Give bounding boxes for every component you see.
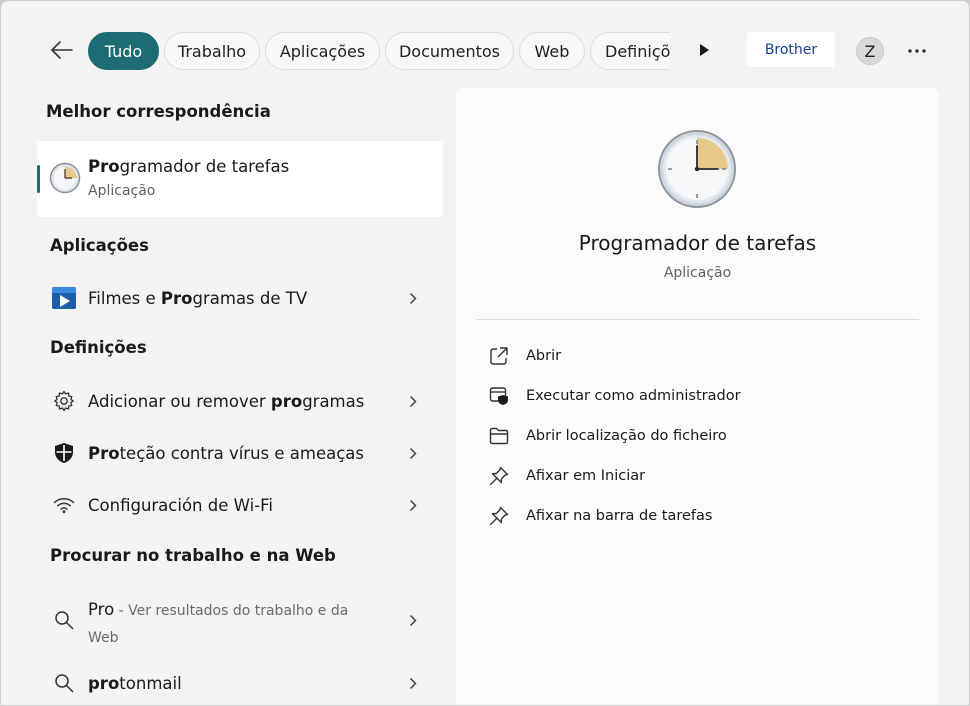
tab-tudo[interactable]: Tudo: [88, 32, 159, 70]
action-label: Afixar na barra de tarefas: [526, 508, 713, 524]
web-result-label: Pro - Ver resultados do trabalho e da We…: [88, 600, 349, 646]
clock-icon: [49, 162, 81, 194]
action-run-as-admin[interactable]: Executar como administrador: [486, 379, 906, 413]
action-pin-to-start[interactable]: Afixar em Iniciar: [486, 459, 906, 493]
search-window: Tudo Trabalho Aplicações Documentos Web …: [0, 0, 970, 706]
tab-documentos[interactable]: Documentos: [385, 32, 514, 70]
chevron-right-icon: [409, 614, 417, 626]
tab-definicoes[interactable]: Definiçõ: [590, 32, 670, 70]
search-icon: [55, 674, 74, 693]
setting-result-virus-protection[interactable]: Proteção contra vírus e ameaças: [37, 430, 443, 476]
best-match-title: Programador de tarefas: [88, 157, 290, 176]
app-result-label: Filmes e Programas de TV: [88, 288, 308, 308]
pin-icon: [489, 466, 509, 486]
web-result-label: protonmail: [88, 673, 182, 693]
action-label: Abrir: [526, 348, 562, 364]
chevron-right-icon: [409, 292, 417, 304]
action-label: Abrir localização do ficheiro: [526, 428, 727, 444]
best-match-result[interactable]: Programador de tarefas Aplicação: [37, 141, 443, 217]
play-right-icon: [700, 44, 709, 56]
chevron-right-icon: [409, 677, 417, 689]
organization-button[interactable]: Brother: [747, 32, 835, 67]
selection-indicator: [37, 165, 40, 193]
settings-heading: Definições: [50, 338, 147, 357]
setting-result-label: Configuración de Wi-Fi: [88, 495, 273, 515]
preview-title: Programador de tarefas: [578, 231, 817, 255]
best-match-heading: Melhor correspondência: [46, 102, 271, 121]
more-tabs-button[interactable]: [691, 37, 717, 63]
wifi-icon: [53, 498, 75, 514]
setting-result-add-remove-programs[interactable]: Adicionar ou remover programas: [37, 378, 443, 424]
chevron-right-icon: [409, 395, 417, 407]
action-label: Executar como administrador: [526, 388, 741, 404]
action-open-file-location[interactable]: Abrir localização do ficheiro: [486, 419, 906, 453]
chevron-right-icon: [409, 447, 417, 459]
avatar[interactable]: Z: [856, 37, 884, 65]
app-result-movies-tv[interactable]: Filmes e Programas de TV: [37, 275, 443, 321]
web-result-pro[interactable]: Pro - Ver resultados do trabalho e da We…: [37, 593, 443, 647]
tab-trabalho[interactable]: Trabalho: [164, 32, 260, 70]
options-button[interactable]: [903, 37, 931, 65]
web-result-protonmail[interactable]: protonmail: [37, 660, 443, 705]
top-bar: Tudo Trabalho Aplicações Documentos Web …: [1, 29, 969, 73]
action-open[interactable]: Abrir: [486, 339, 906, 373]
action-label: Afixar em Iniciar: [526, 468, 646, 484]
movies-tv-icon: [52, 287, 76, 309]
clock-icon: [658, 130, 736, 208]
more-dots-icon: [908, 49, 926, 53]
open-external-icon: [490, 347, 508, 365]
action-pin-to-taskbar[interactable]: Afixar na barra de tarefas: [486, 499, 906, 533]
setting-result-label: Proteção contra vírus e ameaças: [88, 443, 365, 463]
web-heading: Procurar no trabalho e na Web: [50, 546, 336, 565]
gear-icon: [54, 390, 74, 412]
run-as-admin-icon: [489, 387, 508, 405]
setting-result-label: Adicionar ou remover programas: [88, 391, 365, 411]
divider: [476, 319, 919, 320]
search-icon: [55, 611, 74, 630]
preview-panel: Programador de tarefas Aplicação Abrir E…: [456, 88, 939, 705]
back-button[interactable]: [45, 33, 79, 67]
tab-aplicacoes[interactable]: Aplicações: [265, 32, 380, 70]
best-match-subtitle: Aplicação: [88, 183, 156, 199]
preview-subtitle: Aplicação: [663, 265, 732, 281]
chevron-right-icon: [409, 499, 417, 511]
back-arrow-icon: [51, 41, 73, 59]
tab-web[interactable]: Web: [519, 32, 585, 70]
folder-icon: [489, 427, 509, 445]
setting-result-wifi[interactable]: Configuración de Wi-Fi: [37, 482, 443, 528]
pin-icon: [489, 506, 509, 526]
shield-icon: [55, 443, 73, 463]
apps-heading: Aplicações: [50, 236, 149, 255]
